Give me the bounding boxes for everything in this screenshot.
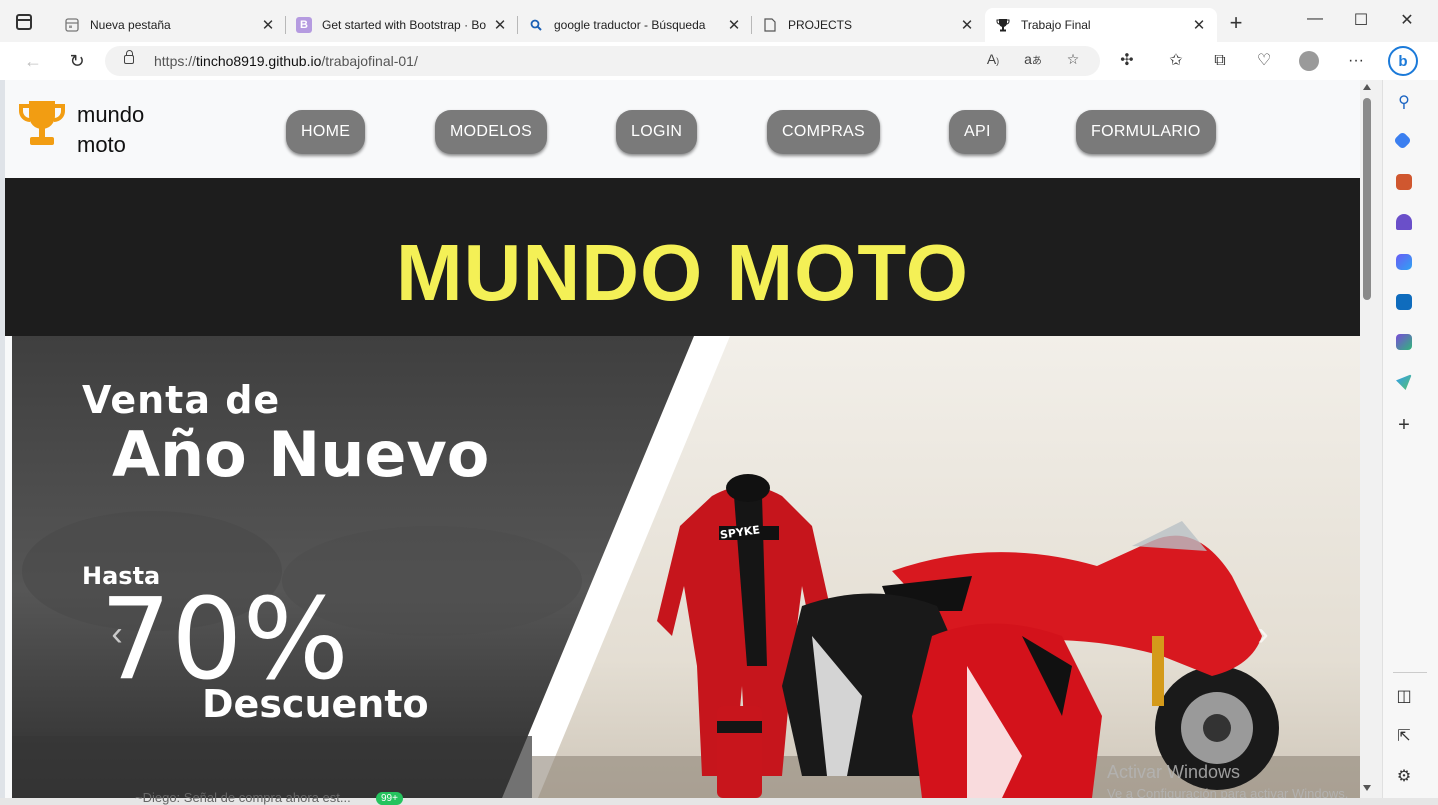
tab-title: Get started with Bootstrap · Boo (322, 18, 486, 32)
edge-sidebar: ⚲ + ◫ ⇱ ⚙ (1382, 80, 1438, 805)
favorites-icon[interactable]: ✩ (1165, 50, 1187, 72)
sidebar-shopping-icon[interactable] (1393, 131, 1412, 150)
brand-line-1: mundo (77, 102, 145, 127)
favorite-star-icon[interactable]: ☆ (1063, 51, 1083, 68)
window-close-icon[interactable]: ✕ (1397, 10, 1417, 30)
sidebar-games-icon[interactable] (1396, 214, 1412, 230)
profile-avatar-icon[interactable] (1299, 51, 1319, 71)
windows-activation-title: Activar Windows (1107, 762, 1241, 782)
browser-essentials-icon[interactable]: ♡ (1253, 50, 1275, 72)
bing-chat-icon[interactable]: b (1388, 46, 1418, 76)
carousel-prev-icon[interactable]: ‹ (106, 614, 128, 654)
background-notification-text: ~Diego: Señal de compra ahora est... (135, 790, 351, 805)
page-viewport: mundo moto HOME MODELOS LOGIN COMPRAS AP… (5, 80, 1360, 798)
banner-line-descuento: Descuento (202, 682, 429, 726)
close-icon[interactable]: ✕ (1191, 16, 1207, 34)
more-menu-icon[interactable]: ··· (1345, 50, 1367, 72)
search-icon (528, 17, 544, 33)
tab-title: Trabajo Final (1021, 18, 1091, 32)
scroll-up-icon[interactable] (1363, 84, 1371, 90)
close-icon[interactable]: ✕ (260, 16, 276, 34)
sidebar-hide-icon[interactable]: ◫ (1393, 686, 1415, 706)
sidebar-settings-icon[interactable]: ⚙ (1393, 766, 1415, 786)
back-icon[interactable]: ← (21, 49, 45, 73)
hero-title: MUNDO MOTO (396, 228, 969, 317)
tab-trabajo-final[interactable]: Trabajo Final ✕ (985, 8, 1217, 42)
carousel-next-icon[interactable]: › (1252, 614, 1274, 654)
tab-google-traductor[interactable]: google traductor - Búsqueda ✕ (518, 8, 752, 42)
scrollbar-thumb[interactable] (1363, 98, 1371, 300)
tab-nueva-pestana[interactable]: Nueva pestaña ✕ (54, 8, 286, 42)
nav-formulario-link[interactable]: FORMULARIO (1076, 110, 1216, 154)
sidebar-divider (1393, 672, 1427, 673)
notification-count-badge: 99+ (376, 792, 403, 805)
tab-title: PROJECTS (788, 18, 853, 32)
sidebar-designer-icon[interactable] (1396, 334, 1412, 350)
refresh-icon[interactable]: ↻ (65, 49, 89, 73)
banner-line-ano-nuevo: Año Nuevo (112, 418, 490, 491)
tab-title: google traductor - Búsqueda (554, 18, 706, 32)
nav-login-link[interactable]: LOGIN (616, 110, 698, 154)
lock-icon[interactable] (124, 50, 134, 64)
brand-name[interactable]: mundo moto (77, 100, 144, 160)
sidebar-external-icon[interactable]: ⇱ (1393, 726, 1415, 746)
windows-activation-subtitle: Ve a Configuración para activar Windows. (1107, 786, 1349, 798)
trophy-icon (995, 17, 1011, 33)
tab-bootstrap[interactable]: B Get started with Bootstrap · Boo ✕ (286, 8, 518, 42)
hero-header: MUNDO MOTO (5, 178, 1360, 336)
nav-home-link[interactable]: HOME (286, 110, 366, 154)
maximize-icon[interactable]: ☐ (1351, 10, 1371, 30)
tab-actions-icon[interactable] (16, 14, 32, 30)
sidebar-drop-icon[interactable] (1396, 374, 1412, 390)
close-icon[interactable]: ✕ (492, 16, 508, 34)
close-icon[interactable]: ✕ (726, 16, 742, 34)
newtab-icon (64, 17, 80, 33)
banner-line-venta-de: Venta de (82, 378, 281, 422)
tab-strip: Nueva pestaña ✕ B Get started with Boots… (0, 0, 1438, 42)
minimize-icon[interactable]: — (1305, 10, 1325, 28)
scroll-down-icon[interactable] (1363, 785, 1371, 791)
promo-carousel[interactable]: Venta de Año Nuevo Hasta 70% Descuento S… (12, 336, 1360, 798)
translate-icon[interactable]: aあ (1023, 51, 1043, 67)
sidebar-office-icon[interactable] (1396, 254, 1412, 270)
sidebar-search-icon[interactable]: ⚲ (1393, 92, 1415, 112)
tab-title: Nueva pestaña (90, 18, 171, 32)
close-icon[interactable]: ✕ (959, 16, 975, 34)
nav-modelos-link[interactable]: MODELOS (435, 110, 548, 154)
nav-api-link[interactable]: API (949, 110, 1006, 154)
browser-toolbar: ← ↻ https://tincho8919.github.io/trabajo… (0, 42, 1438, 80)
nav-compras-link[interactable]: COMPRAS (767, 110, 880, 154)
page-icon (762, 17, 778, 33)
site-navbar: mundo moto HOME MODELOS LOGIN COMPRAS AP… (5, 80, 1360, 178)
read-aloud-icon[interactable]: A) (983, 51, 1003, 67)
sidebar-tools-icon[interactable] (1396, 174, 1412, 190)
page-scrollbar[interactable] (1360, 80, 1382, 798)
sidebar-outlook-icon[interactable] (1396, 294, 1412, 310)
trophy-logo-icon[interactable] (17, 98, 67, 150)
extensions-icon[interactable]: ✣ (1116, 50, 1138, 72)
bootstrap-icon: B (296, 17, 312, 33)
new-tab-icon[interactable]: + (1225, 12, 1247, 34)
sidebar-add-icon[interactable]: + (1393, 414, 1415, 437)
collections-icon[interactable]: ⧉ (1209, 50, 1231, 72)
tab-projects[interactable]: PROJECTS ✕ (752, 8, 985, 42)
url-text[interactable]: https://tincho8919.github.io/trabajofina… (154, 53, 418, 69)
address-bar[interactable]: https://tincho8919.github.io/trabajofina… (105, 46, 1100, 76)
brand-line-2: moto (77, 132, 126, 157)
